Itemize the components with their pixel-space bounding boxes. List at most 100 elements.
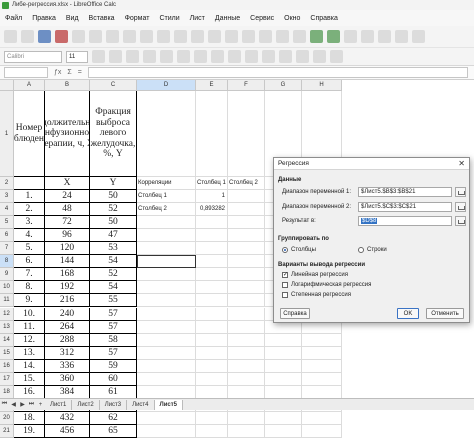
print-icon[interactable] [72, 30, 85, 43]
cell-h16[interactable] [302, 359, 342, 373]
menu-sheet[interactable]: Лист [185, 15, 210, 22]
cell-e1[interactable] [196, 91, 228, 177]
bold-icon[interactable] [92, 50, 105, 63]
autofilter-icon[interactable] [293, 30, 306, 43]
cell-e13[interactable] [196, 320, 228, 334]
column-header-g[interactable]: G [265, 80, 302, 91]
special-character-icon[interactable] [361, 30, 374, 43]
cell-d21[interactable] [137, 424, 196, 438]
cell-d18[interactable] [137, 385, 196, 399]
cell-f15[interactable] [228, 346, 265, 360]
cell-f11[interactable] [228, 294, 265, 308]
menu-file[interactable]: Файл [0, 15, 27, 22]
cell-f17[interactable] [228, 372, 265, 386]
cell-f16[interactable] [228, 359, 265, 373]
cell-h14[interactable] [302, 333, 342, 347]
formula-input[interactable] [87, 67, 468, 78]
sort-icon[interactable] [276, 30, 289, 43]
log-regression-checkbox[interactable] [282, 282, 288, 288]
hyperlink-icon[interactable] [378, 30, 391, 43]
help-button[interactable]: Справка [280, 308, 310, 319]
percent-icon[interactable] [279, 50, 292, 63]
cell-d20[interactable] [137, 411, 196, 425]
cell-f3[interactable] [228, 190, 265, 204]
cell-g21[interactable] [265, 424, 302, 438]
cell-h15[interactable] [302, 346, 342, 360]
cell-d15[interactable] [137, 346, 196, 360]
row-header-11[interactable]: 11 [0, 294, 14, 308]
font-size-box[interactable]: 11 [66, 50, 88, 63]
header-footer-icon[interactable] [412, 30, 425, 43]
new-document-icon[interactable] [4, 30, 17, 43]
cell-e16[interactable] [196, 359, 228, 373]
cell-d13[interactable] [137, 320, 196, 334]
font-color-icon[interactable] [143, 50, 156, 63]
sheet-tab-5[interactable]: Лист5 [154, 399, 184, 410]
pivot-table-icon[interactable] [344, 30, 357, 43]
row-header-1[interactable]: 1 [0, 91, 14, 177]
cancel-button[interactable]: Отменить [426, 308, 464, 319]
menu-format[interactable]: Формат [120, 15, 155, 22]
last-sheet-icon[interactable]: ⏭ [27, 401, 36, 408]
cell-f10[interactable] [228, 281, 265, 295]
column-header-c[interactable]: C [90, 80, 137, 91]
row-header-17[interactable]: 17 [0, 372, 14, 386]
menu-window[interactable]: Окно [279, 15, 305, 22]
cell-g17[interactable] [265, 372, 302, 386]
first-sheet-icon[interactable]: ⏮ [0, 401, 9, 408]
borders-icon[interactable] [313, 50, 326, 63]
cell-d14[interactable] [137, 333, 196, 347]
cell-e12[interactable] [196, 307, 228, 321]
cell-f8[interactable] [228, 255, 265, 269]
cell-e17[interactable] [196, 372, 228, 386]
cell-d11[interactable] [137, 294, 196, 308]
undo-icon[interactable] [174, 30, 187, 43]
sheet-tab-2[interactable]: Лист2 [72, 399, 100, 410]
currency-icon[interactable] [262, 50, 275, 63]
selected-cell-d8[interactable] [137, 255, 196, 269]
group-columns-radio[interactable] [282, 247, 288, 253]
row-header-7[interactable]: 7 [0, 242, 14, 256]
cell-f12[interactable] [228, 307, 265, 321]
cell-e8[interactable] [196, 255, 228, 269]
row-header-13[interactable]: 13 [0, 320, 14, 334]
cell-f5[interactable] [228, 216, 265, 230]
sheet-tab-4[interactable]: Лист4 [127, 399, 155, 410]
row-header-15[interactable]: 15 [0, 346, 14, 360]
variable2-shrink-button[interactable] [455, 202, 466, 212]
linear-regression-checkbox[interactable]: ✓ [282, 272, 288, 278]
row-icon[interactable] [242, 30, 255, 43]
menu-tools[interactable]: Сервис [245, 15, 279, 22]
insert-chart-icon[interactable] [327, 30, 340, 43]
group-rows-radio[interactable] [358, 247, 364, 253]
prev-sheet-icon[interactable]: ◀ [9, 401, 18, 408]
cell-f9[interactable] [228, 268, 265, 282]
cell-e15[interactable] [196, 346, 228, 360]
cell-f13[interactable] [228, 320, 265, 334]
italic-icon[interactable] [109, 50, 122, 63]
cell-h17[interactable] [302, 372, 342, 386]
clone-formatting-icon[interactable] [157, 30, 170, 43]
column-header-d[interactable]: D [137, 80, 196, 91]
row-header-10[interactable]: 10 [0, 281, 14, 295]
cell-g15[interactable] [265, 346, 302, 360]
sheet-tab-3[interactable]: Лист3 [100, 399, 128, 410]
variable1-shrink-button[interactable] [455, 187, 466, 197]
cut-icon[interactable] [106, 30, 119, 43]
wrap-text-icon[interactable] [228, 50, 241, 63]
column-header-b[interactable]: B [45, 80, 90, 91]
cell-e20[interactable] [196, 411, 228, 425]
row-header-9[interactable]: 9 [0, 268, 14, 282]
cell-d6[interactable] [137, 229, 196, 243]
row-header-4[interactable]: 4 [0, 203, 14, 217]
cell-g20[interactable] [265, 411, 302, 425]
menu-help[interactable]: Справка [305, 15, 342, 22]
power-regression-checkbox[interactable] [282, 292, 288, 298]
merge-cells-icon[interactable] [245, 50, 258, 63]
column-icon[interactable] [259, 30, 272, 43]
row-header-3[interactable]: 3 [0, 190, 14, 204]
row-header-20[interactable]: 20 [0, 411, 14, 425]
menu-data[interactable]: Данные [210, 15, 245, 22]
variable2-range-input[interactable]: $Лист5.$C$3:$C$21 [358, 202, 452, 212]
background-color-icon[interactable] [330, 50, 343, 63]
